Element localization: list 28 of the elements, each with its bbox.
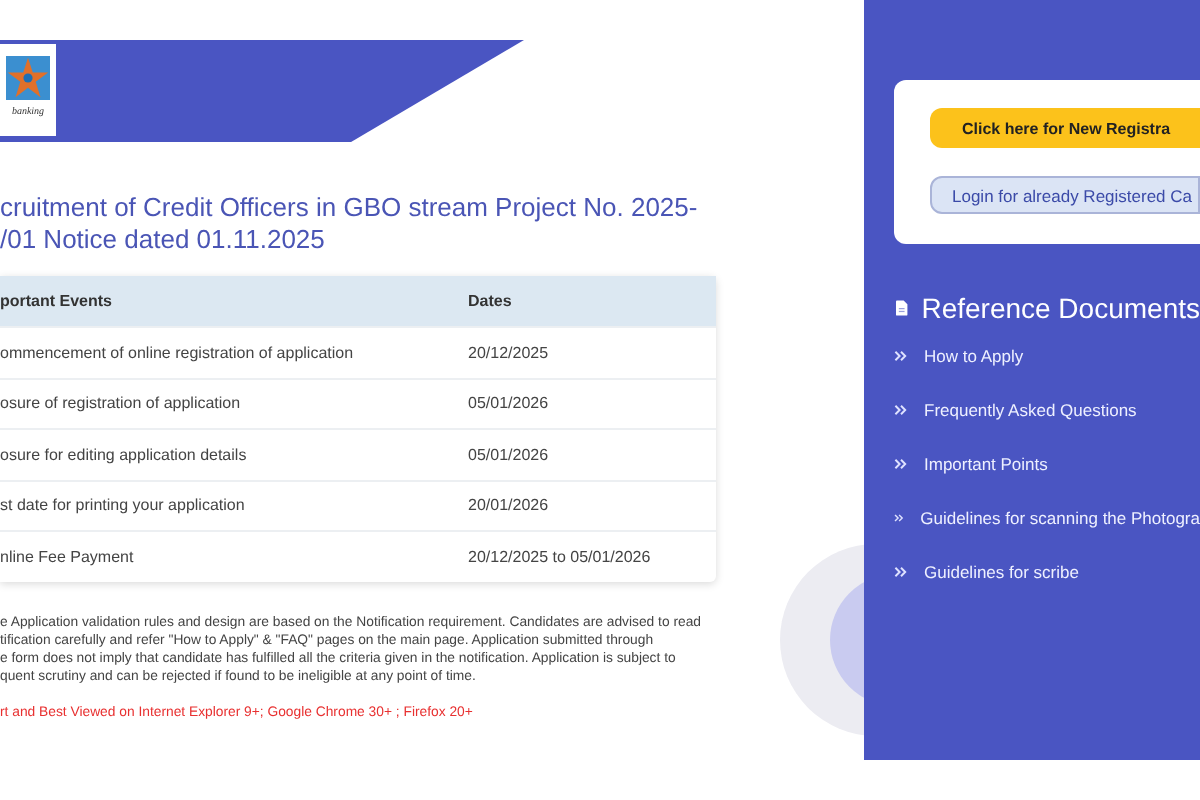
notice-title: cruitment of Credit Officers in GBO stream Project No. 2025- /01 Notice dated 01.11.2025 — [0, 192, 700, 256]
document-icon — [896, 296, 908, 320]
document-link[interactable]: Important Points — [924, 454, 1048, 474]
column-header: portant Events — [0, 292, 115, 310]
table-cell-text: ommencement of online registration of application — [0, 343, 356, 362]
column-header: Dates — [468, 292, 514, 310]
chevron-icon — [894, 566, 908, 578]
document-link[interactable]: Guidelines for scanning the Photogra — [920, 508, 1200, 528]
section-heading: Reference Documents — [921, 292, 1200, 324]
table-cell-text: 20/12/2025 to 05/01/2026 — [468, 547, 653, 566]
chevron-icon — [894, 458, 908, 470]
table-cell-text: 20/12/2025 — [468, 343, 551, 362]
chevron-icon — [894, 350, 908, 362]
document-link[interactable]: How to Apply — [924, 346, 1024, 366]
document-link[interactable]: Frequently Asked Questions — [924, 400, 1137, 420]
chevron-icon — [894, 512, 905, 524]
table-cell-text: 05/01/2026 — [468, 445, 551, 464]
table-cell-text: st date for printing your application — [0, 496, 247, 515]
table-cell-text: osure for editing application details — [0, 445, 249, 464]
table-cell-text: osure of registration of application — [0, 394, 243, 413]
table-cell-text: nline Fee Payment — [0, 547, 136, 566]
table-cell-text: 20/01/2026 — [468, 496, 551, 515]
table-cell-text: 05/01/2026 — [468, 394, 551, 413]
login-button[interactable]: Login for already Registered Ca — [930, 176, 1200, 214]
star-icon — [6, 56, 50, 100]
document-link[interactable]: Guidelines for scribe — [924, 562, 1079, 582]
register-button[interactable]: Click here for New Registra — [930, 108, 1200, 148]
chevron-icon — [894, 404, 908, 416]
